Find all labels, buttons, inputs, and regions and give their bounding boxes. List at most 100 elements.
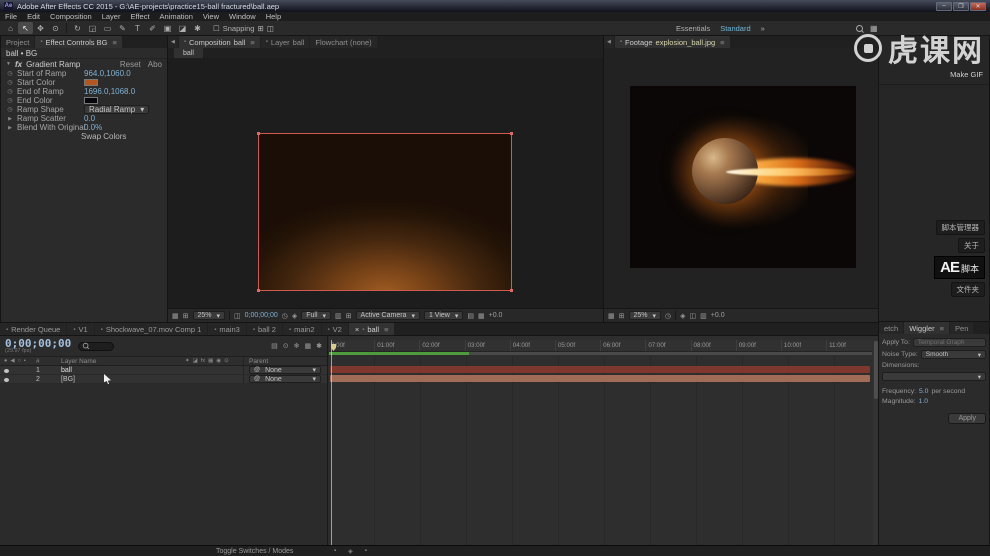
menu-window[interactable]: Window [224,12,261,21]
apply-to-dropdown[interactable]: Temporal Graph [912,338,986,347]
ramp-scatter-value[interactable]: 0.0 [84,114,95,123]
menu-layer[interactable]: Layer [97,12,126,21]
tab-scroll-left[interactable]: ◀ [168,36,178,48]
pixel-aspect-icon[interactable]: ▤ [467,312,474,320]
composition-canvas[interactable] [257,132,513,292]
magnification-dropdown[interactable]: 25% ▾ [628,311,662,320]
viewer-tab-ball[interactable]: ball [174,48,203,58]
make-gif-label[interactable]: Make GIF [950,70,983,79]
puppet-pin-tool-icon[interactable]: ✱ [190,22,205,34]
type-tool-icon[interactable]: T [130,22,145,34]
grid-icon[interactable]: ⊞ [619,312,625,320]
tab-comp-ball-active[interactable]: × ▪ ball ≡ [348,323,395,336]
stopwatch-icon[interactable]: ◷ [6,97,14,104]
layer-row-bg[interactable]: 2 [BG] @ None ▾ [0,375,327,384]
start-color-swatch[interactable] [84,79,98,86]
tab-flowchart[interactable]: Flowchart (none) [310,36,377,48]
selection-handle[interactable] [510,289,513,292]
zoom-tool-icon[interactable]: ⊙ [48,22,63,34]
layer-row-ball[interactable]: 1 ball @ None ▾ [0,366,327,375]
graph-editor-icon[interactable]: ✱ [316,342,322,350]
mask-shape-tool-icon[interactable]: ▭ [100,22,115,34]
layer-duration-tracks[interactable] [329,356,872,545]
composition-viewport[interactable] [168,58,603,308]
tab-comp-ball2[interactable]: ▪ ball 2 [246,323,282,336]
menu-effect[interactable]: Effect [125,12,154,21]
panel-menu-icon[interactable]: ≡ [384,325,388,334]
effect-twirl-icon[interactable]: ▼ [6,61,11,67]
magnitude-value[interactable]: 1.0 [919,398,928,405]
orbit-camera-tool-icon[interactable]: ↻ [70,22,85,34]
safe-frames-icon[interactable]: ▦ [172,312,179,320]
scrollbar-thumb[interactable] [874,341,878,399]
selection-handle[interactable] [257,289,260,292]
tab-comp-main3[interactable]: ▪ main3 [208,323,246,336]
composition-mini-flowchart-icon[interactable]: ▤ [271,342,278,350]
eraser-tool-icon[interactable]: ◪ [175,22,190,34]
close-tab-icon[interactable]: × [355,325,359,334]
resolution-dropdown[interactable]: Full ▾ [301,311,332,320]
about-button[interactable]: 关于 [958,238,985,253]
frame-blending-icon[interactable]: ❄ [294,342,300,350]
panel-menu-icon[interactable]: ≡ [250,38,254,47]
pen-tool-icon[interactable]: ✎ [115,22,130,34]
snapshot-icon[interactable]: ◷ [282,312,288,320]
workspace-essentials[interactable]: Essentials [676,24,710,33]
ruler-icon[interactable]: ▥ [700,312,707,320]
dimensions-dropdown[interactable]: ▾ [882,372,986,381]
menu-file[interactable]: File [0,12,22,21]
twirl-closed-icon[interactable]: ▶ [6,116,14,122]
channels-icon[interactable]: ◈ [680,312,685,320]
menu-animation[interactable]: Animation [155,12,198,21]
home-tool-icon[interactable]: ⌂ [3,22,18,34]
tab-layer-ball[interactable]: ▪ Layer ball [260,36,310,48]
layer-bar-bg[interactable] [330,375,870,382]
menu-help[interactable]: Help [261,12,286,21]
selection-handle[interactable] [510,132,513,135]
end-of-ramp-value[interactable]: 1696.0,1068.0 [84,87,135,96]
motion-blur-icon[interactable]: ▦ [305,342,312,350]
exposure-value[interactable]: +0.0 [489,312,503,319]
snap-angle-icon[interactable]: ◫ [267,24,274,33]
frequency-value[interactable]: 5.0 [919,388,928,395]
folder-button[interactable]: 文件夹 [950,282,985,297]
current-time-indicator[interactable] [331,340,336,545]
tab-comp-v2[interactable]: ▪ V2 [321,323,348,336]
script-manager-button[interactable]: 脚本管理器 [935,220,985,235]
visibility-eye-icon[interactable] [4,368,9,373]
snapping-checkbox[interactable]: ☐ [213,24,220,33]
tab-render-queue[interactable]: ▪ Render Queue [0,323,67,336]
ramp-shape-dropdown[interactable]: Radial Ramp ▾ [84,105,150,114]
parent-column-header[interactable]: Parent [243,357,327,365]
tab-effect-controls[interactable]: ▪ Effect Controls BG ≡ [35,36,122,48]
timeline-search-input[interactable] [78,341,115,351]
effect-about-link[interactable]: Abo [148,60,162,69]
swap-colors-button[interactable]: Swap Colors [81,132,126,141]
tab-scroll-left[interactable]: ◀ [604,36,614,48]
menu-edit[interactable]: Edit [22,12,45,21]
panel-menu-icon[interactable]: ≡ [720,38,724,47]
exposure-value[interactable]: +0.0 [711,312,725,319]
selection-handle[interactable] [257,132,260,135]
start-of-ramp-value[interactable]: 964.0,1060.0 [84,69,131,78]
layer-bar-ball[interactable] [330,366,870,373]
effect-name[interactable]: Gradient Ramp [26,60,80,69]
search-workspace-icon[interactable] [856,24,864,33]
pickwhip-icon[interactable]: @ [254,376,260,382]
end-color-swatch[interactable] [84,97,98,104]
draft-3d-icon[interactable]: ⊙ [283,342,289,350]
stopwatch-icon[interactable]: ◷ [6,79,14,86]
pan-behind-tool-icon[interactable]: ◲ [85,22,100,34]
stopwatch-icon[interactable]: ◷ [6,106,14,113]
transparency-grid-icon[interactable]: ⊞ [346,312,352,320]
visibility-eye-icon[interactable] [4,377,9,382]
expand-layers-icon[interactable]: ▪ [334,548,336,555]
workspace-standard[interactable]: Standard [720,24,750,33]
camera-dropdown[interactable]: Active Camera ▾ [355,311,420,320]
comp-marker-icon[interactable]: ▪ [365,548,367,555]
layer-name[interactable]: ball [61,367,185,374]
minimize-button[interactable]: – [936,1,952,11]
close-button[interactable]: ✕ [970,1,986,11]
tab-pen[interactable]: Pen [950,322,974,334]
menu-composition[interactable]: Composition [45,12,97,21]
